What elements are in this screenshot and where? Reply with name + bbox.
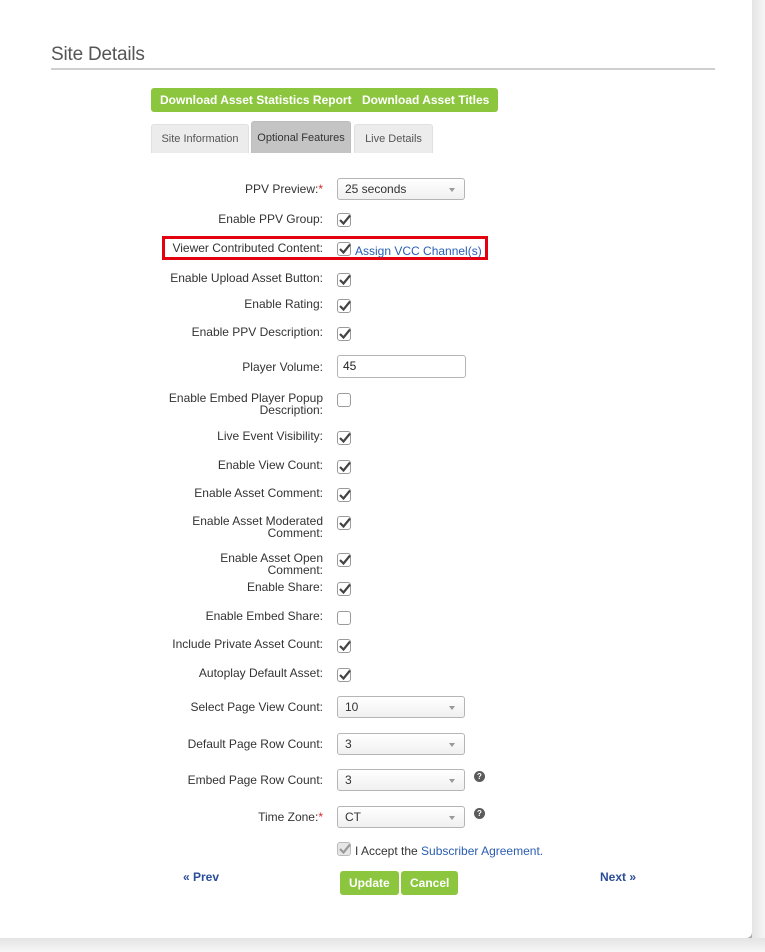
embed-page-row-count-label: Embed Page Row Count: — [187, 773, 323, 787]
accept-prefix: I Accept the — [355, 844, 422, 858]
live-event-visibility-checkbox[interactable] — [337, 431, 351, 445]
viewer-contributed-content-label: Viewer Contributed Content: — [172, 241, 323, 255]
enable-share-label: Enable Share: — [246, 580, 323, 594]
page-title: Site Details — [51, 44, 145, 65]
checkmark-icon — [339, 517, 351, 529]
tab-site-information[interactable]: Site Information — [151, 124, 249, 153]
enable-ppv-group-checkbox[interactable] — [337, 213, 351, 227]
enable-embed-player-popup-description-checkbox[interactable] — [337, 393, 351, 407]
chevron-down-icon — [449, 188, 455, 192]
chevron-down-icon — [449, 743, 455, 747]
time-zone-label: Time Zone:* — [258, 811, 323, 823]
label-line: Comment: — [267, 526, 323, 540]
assign-vcc-channels-link[interactable]: Assign VCC Channel(s) — [355, 244, 482, 258]
enable-asset-moderated-comment-label: Enable Asset Moderated Comment: — [192, 515, 323, 539]
page-shadow-bottom — [0, 938, 765, 952]
enable-upload-asset-button-checkbox[interactable] — [337, 273, 351, 287]
enable-embed-share-label: Enable Embed Share: — [205, 609, 323, 623]
checkmark-icon — [339, 640, 351, 652]
embed-page-row-count-select[interactable]: 3 — [337, 769, 465, 791]
help-icon[interactable]: ? — [474, 771, 485, 782]
ppv-preview-label: PPV Preview:* — [245, 183, 323, 195]
autoplay-default-asset-label: Autoplay Default Asset: — [198, 666, 323, 680]
checkmark-icon — [339, 432, 351, 444]
enable-asset-comment-label: Enable Asset Comment: — [194, 486, 323, 500]
live-event-visibility-label: Live Event Visibility: — [217, 429, 323, 443]
include-private-asset-count-checkbox[interactable] — [337, 639, 351, 653]
download-asset-statistics-report-button[interactable]: Download Asset Statistics Report — [151, 88, 361, 112]
prev-link[interactable]: « Prev — [183, 870, 219, 884]
select-page-view-count-label: Select Page View Count: — [190, 700, 323, 714]
title-divider — [51, 68, 715, 70]
accept-agreement-text: I Accept the Subscriber Agreement. — [355, 844, 543, 858]
checkmark-icon — [339, 669, 351, 681]
checkmark-icon — [339, 300, 351, 312]
default-page-row-count-label: Default Page Row Count: — [187, 737, 323, 751]
checkmark-icon — [339, 489, 351, 501]
include-private-asset-count-label: Include Private Asset Count: — [172, 637, 323, 651]
enable-asset-comment-checkbox[interactable] — [337, 488, 351, 502]
enable-asset-open-comment-checkbox[interactable] — [337, 553, 351, 567]
time-zone-value: CT — [345, 810, 361, 824]
required-marker: * — [318, 182, 323, 196]
embed-page-row-count-value: 3 — [345, 773, 352, 787]
checkmark-icon — [339, 243, 351, 255]
viewer-contributed-content-checkbox[interactable] — [337, 242, 351, 256]
enable-asset-moderated-comment-checkbox[interactable] — [337, 516, 351, 530]
help-icon[interactable]: ? — [474, 808, 485, 819]
select-page-view-count-select[interactable]: 10 — [337, 696, 465, 718]
update-button[interactable]: Update — [340, 871, 399, 895]
enable-ppv-description-checkbox[interactable] — [337, 327, 351, 341]
subscriber-agreement-link[interactable]: Subscriber Agreement. — [421, 844, 543, 858]
ppv-preview-label-text: PPV Preview: — [244, 182, 319, 196]
checkmark-icon — [339, 554, 351, 566]
enable-rating-label: Enable Rating: — [244, 297, 323, 311]
enable-view-count-label: Enable View Count: — [217, 458, 323, 472]
cancel-button[interactable]: Cancel — [401, 871, 459, 895]
enable-share-checkbox[interactable] — [337, 582, 351, 596]
ppv-preview-value: 25 seconds — [345, 182, 407, 196]
required-marker: * — [318, 810, 323, 824]
enable-upload-asset-button-label: Enable Upload Asset Button: — [170, 271, 323, 285]
enable-view-count-checkbox[interactable] — [337, 460, 351, 474]
label-line: Comment: — [267, 563, 323, 577]
enable-rating-checkbox[interactable] — [337, 299, 351, 313]
label-line: Description: — [259, 403, 323, 417]
chevron-down-icon — [449, 816, 455, 820]
checkmark-icon — [339, 328, 351, 340]
time-zone-select[interactable]: CT — [337, 806, 465, 828]
checkmark-icon — [339, 274, 351, 286]
player-volume-label: Player Volume: — [242, 360, 323, 374]
chevron-down-icon — [449, 706, 455, 710]
ppv-preview-select[interactable]: 25 seconds — [337, 178, 465, 200]
checkmark-icon — [339, 843, 351, 855]
default-page-row-count-value: 3 — [345, 737, 352, 751]
chevron-down-icon — [449, 779, 455, 783]
enable-ppv-description-label: Enable PPV Description: — [191, 325, 323, 339]
default-page-row-count-select[interactable]: 3 — [337, 733, 465, 755]
checkmark-icon — [339, 461, 351, 473]
download-asset-titles-button[interactable]: Download Asset Titles — [353, 88, 499, 112]
checkmark-icon — [339, 583, 351, 595]
enable-embed-player-popup-description-label: Enable Embed Player Popup Description: — [169, 392, 323, 416]
page-shadow-right — [752, 0, 765, 952]
accept-agreement-checkbox — [337, 842, 351, 856]
select-page-view-count-value: 10 — [345, 700, 359, 714]
player-volume-input[interactable]: 45 — [337, 355, 466, 378]
next-link[interactable]: Next » — [600, 870, 636, 884]
tab-live-details[interactable]: Live Details — [354, 124, 433, 153]
enable-ppv-group-label: Enable PPV Group: — [218, 212, 323, 226]
time-zone-label-text: Time Zone: — [258, 810, 319, 824]
enable-asset-open-comment-label: Enable Asset Open Comment: — [220, 552, 323, 576]
enable-embed-share-checkbox[interactable] — [337, 611, 351, 625]
autoplay-default-asset-checkbox[interactable] — [337, 668, 351, 682]
checkmark-icon — [339, 214, 351, 226]
tab-optional-features[interactable]: Optional Features — [251, 121, 351, 153]
